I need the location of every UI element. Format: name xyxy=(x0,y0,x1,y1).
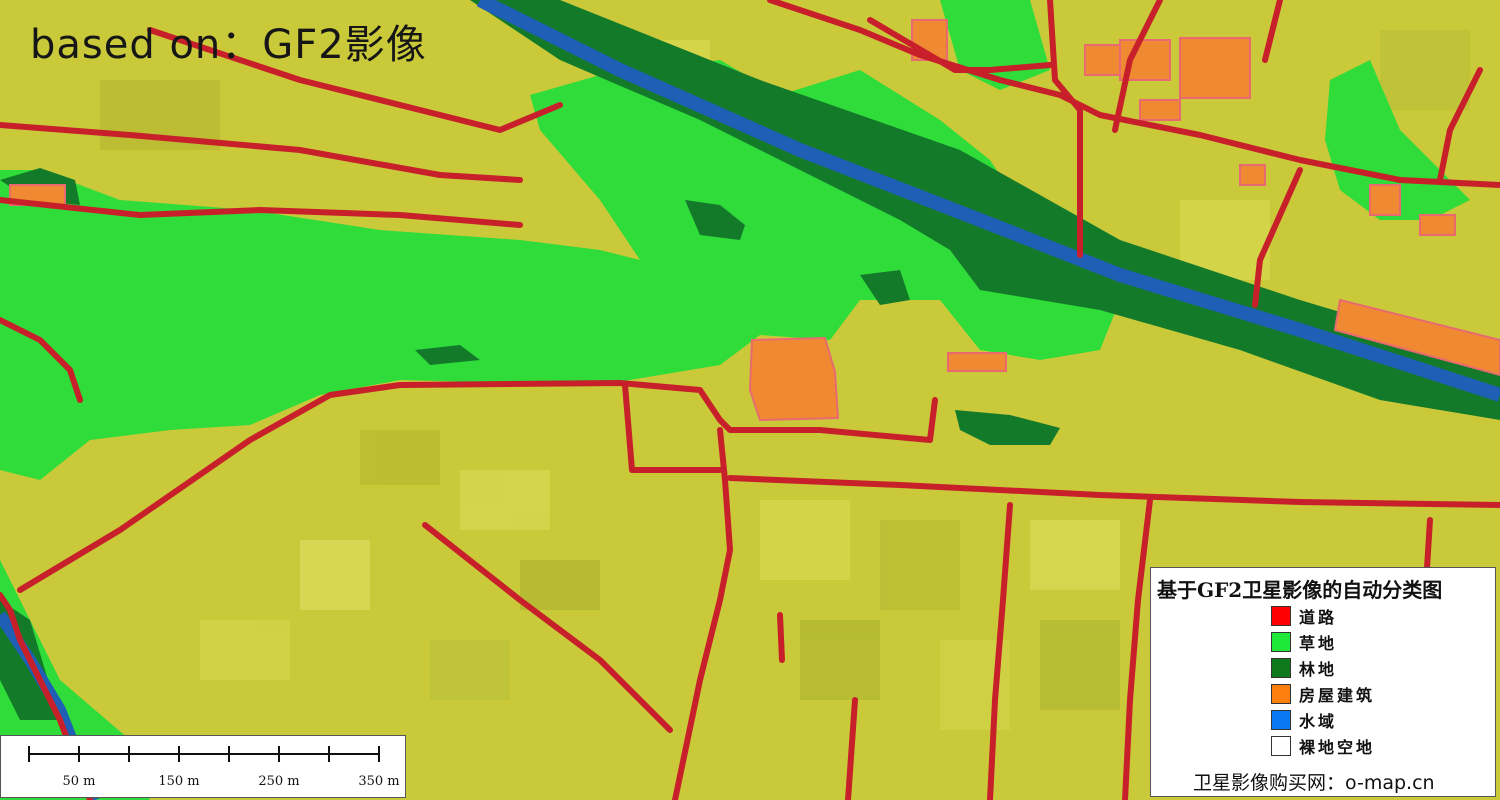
legend-item-road: 道路 xyxy=(1271,605,1337,627)
legend-item-forest: 林地 xyxy=(1271,657,1337,679)
legend-item-bare-land: 裸地空地 xyxy=(1271,735,1375,757)
legend-item-water: 水域 xyxy=(1271,709,1337,731)
imagery-source-watermark: based on：GF2影像 xyxy=(30,22,427,68)
legend-swatch-water xyxy=(1271,710,1291,730)
legend-footer: 卫星影像购买网：o-map.cn xyxy=(1193,772,1435,794)
scale-label-350m: 350 m xyxy=(358,774,400,789)
legend-swatch-building xyxy=(1271,684,1291,704)
legend-label-grassland: 草地 xyxy=(1299,634,1338,653)
legend-item-grassland: 草地 xyxy=(1271,631,1337,653)
legend-label-building: 房屋建筑 xyxy=(1299,686,1376,705)
legend-swatch-forest xyxy=(1271,658,1291,678)
legend-label-road: 道路 xyxy=(1299,608,1338,627)
legend-item-building: 房屋建筑 xyxy=(1271,683,1375,705)
scale-bar: 50 m 150 m 250 m 350 m xyxy=(0,735,406,798)
scale-label-250m: 250 m xyxy=(258,774,300,789)
scale-bar-ticks xyxy=(28,746,380,762)
legend-label-forest: 林地 xyxy=(1299,660,1338,679)
scale-label-50m: 50 m xyxy=(62,774,96,789)
legend-label-bare-land: 裸地空地 xyxy=(1299,738,1376,757)
scale-label-150m: 150 m xyxy=(158,774,200,789)
legend-title: 基于GF2卫星影像的自动分类图 xyxy=(1157,578,1443,602)
legend-swatch-bare-land xyxy=(1271,736,1291,756)
legend-label-water: 水域 xyxy=(1299,712,1338,731)
legend-swatch-road xyxy=(1271,606,1291,626)
legend-swatch-grassland xyxy=(1271,632,1291,652)
map-legend: 基于GF2卫星影像的自动分类图 道路 草地 林地 房屋建筑 水域 裸地空地 卫星… xyxy=(1150,567,1496,797)
